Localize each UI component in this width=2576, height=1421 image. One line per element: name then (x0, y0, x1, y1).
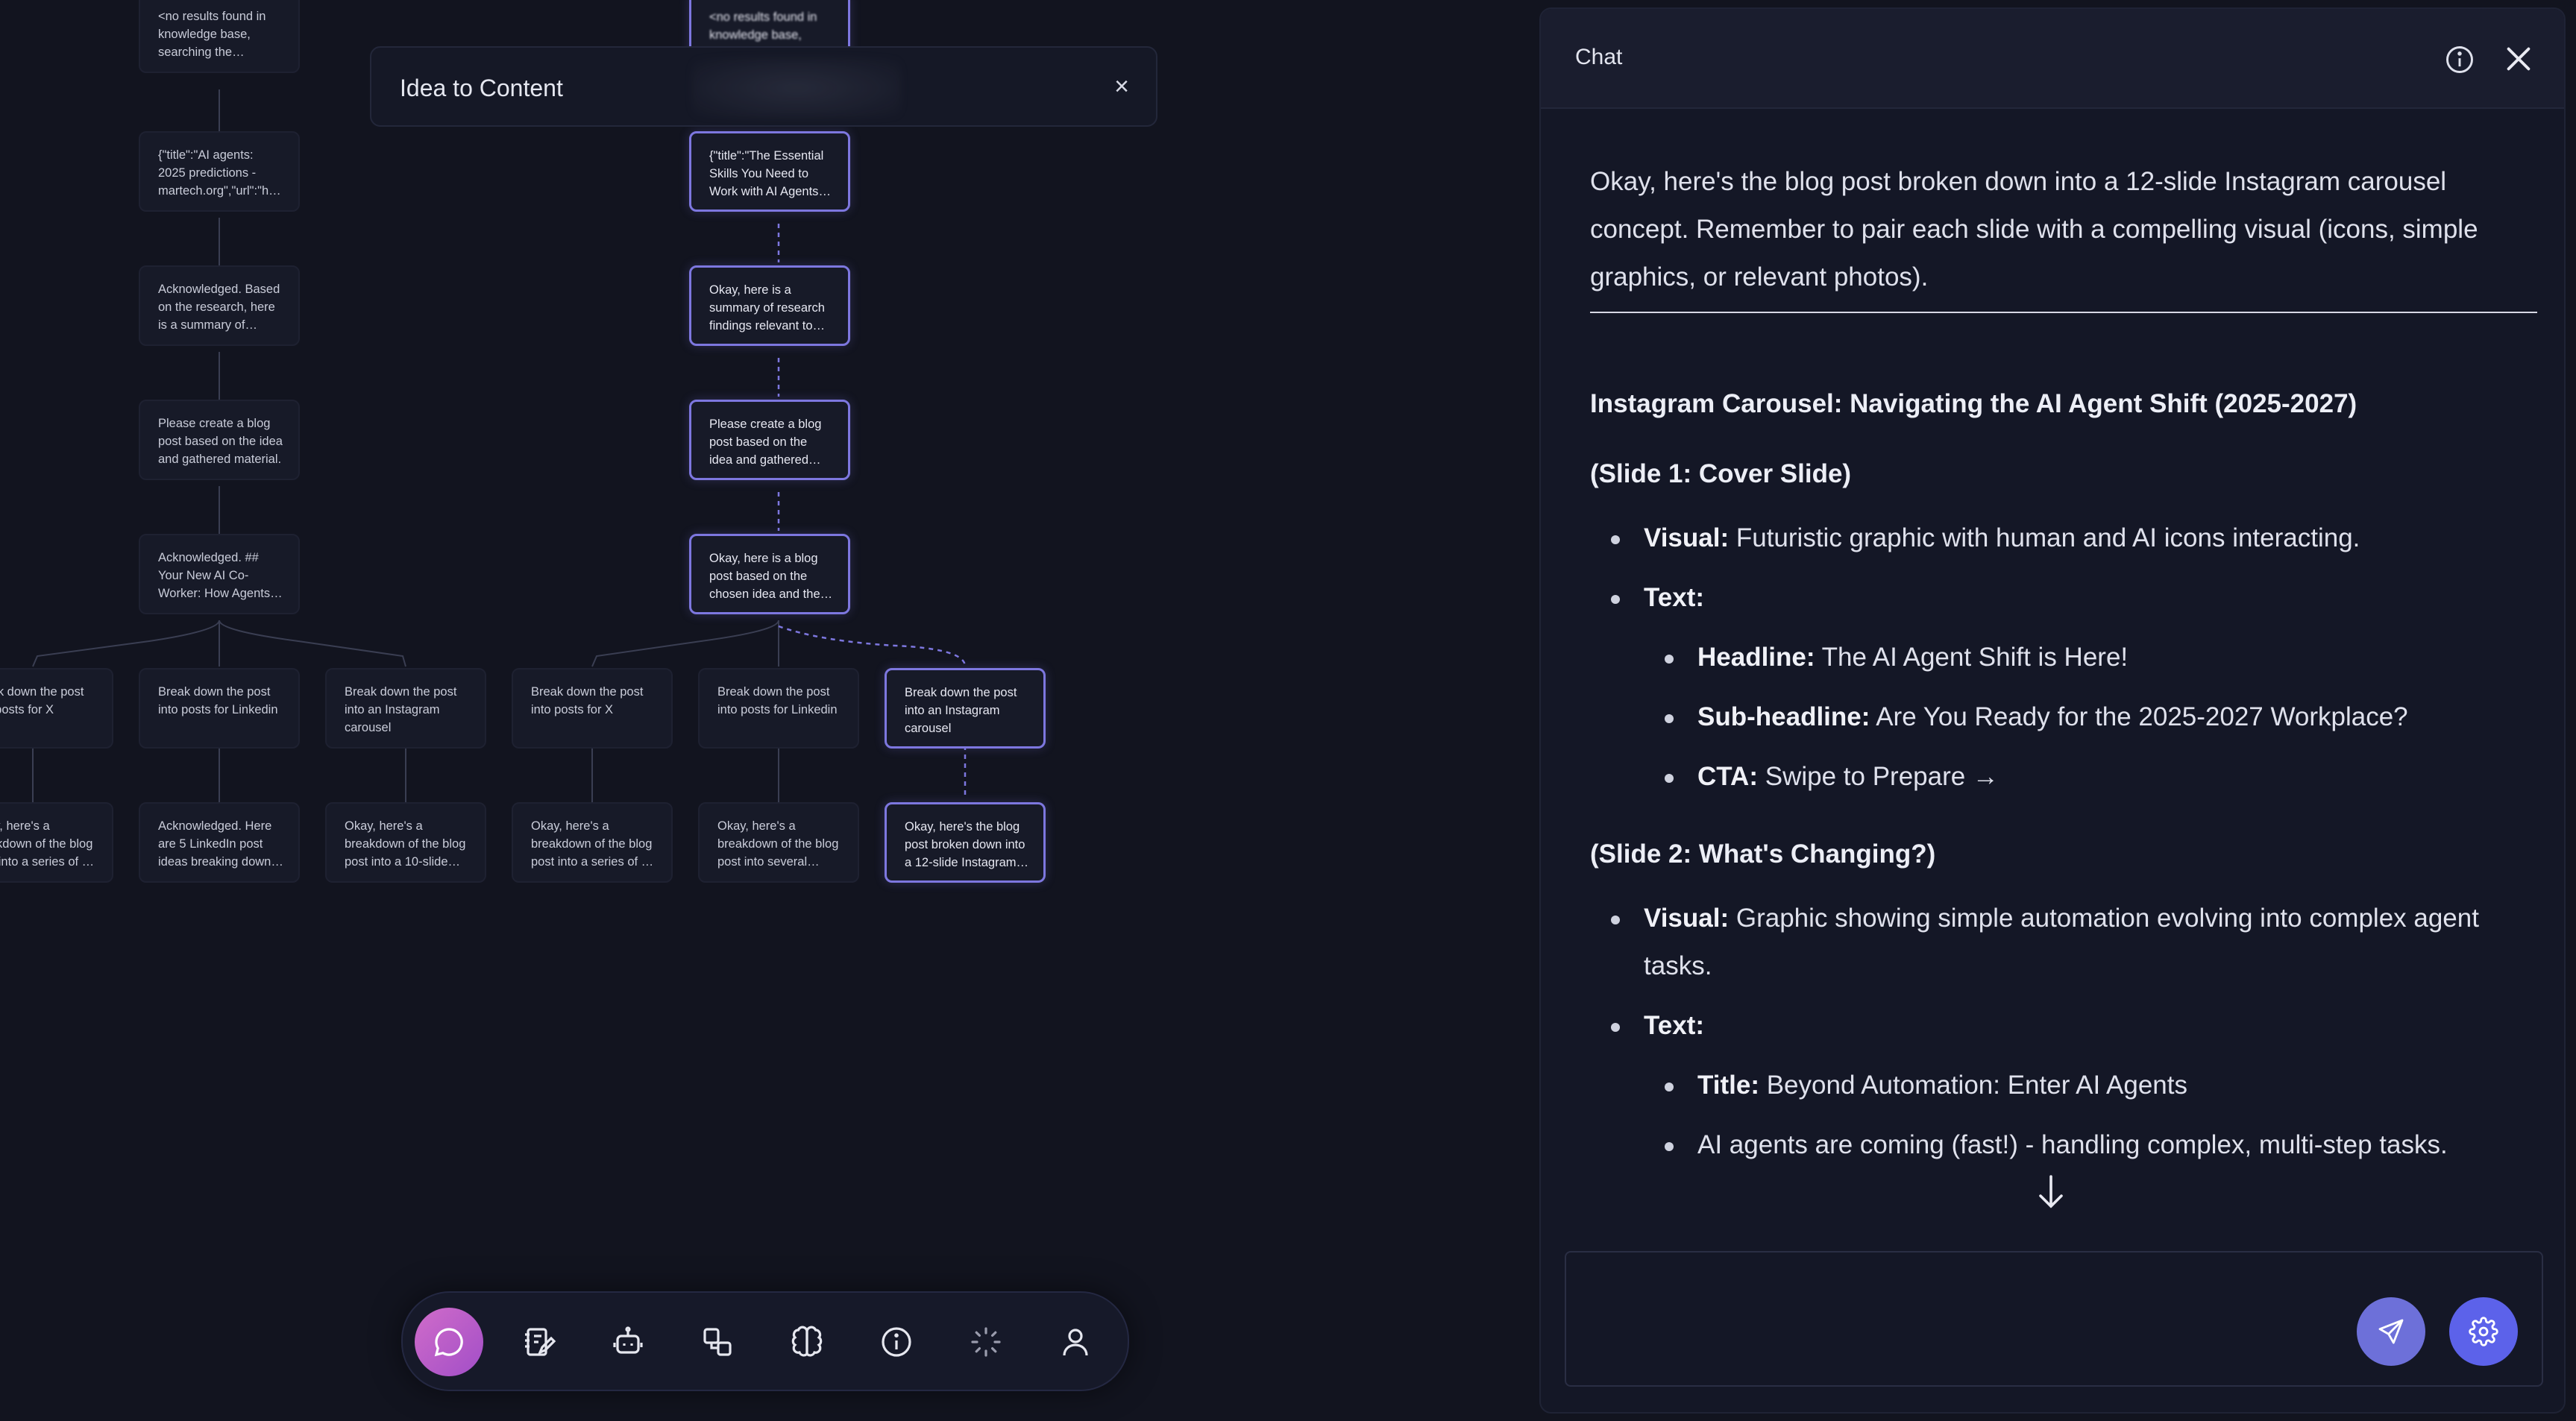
bottom-dock (401, 1291, 1129, 1391)
canvas-node[interactable]: {"title":"AI agents: 2025 predictions - … (139, 131, 300, 212)
canvas-node[interactable]: {"title":"The Essential Skills You Need … (689, 131, 850, 212)
slide-2-text-list: Title: Beyond Automation: Enter AI Agent… (1644, 1062, 2537, 1169)
canvas-node[interactable]: Okay, here's a breakdown of the blog pos… (0, 802, 113, 883)
brain-icon[interactable] (773, 1308, 841, 1376)
canvas-node-text: Please create a blog post based on the i… (709, 418, 822, 467)
canvas-node[interactable]: Please create a blog post based on the i… (689, 400, 850, 480)
list-item: Sub-headline: Are You Ready for the 2025… (1644, 693, 2537, 741)
divider (1590, 312, 2537, 313)
idea-panel: Idea to Content × (370, 46, 1157, 127)
scroll-down-icon[interactable] (2036, 1173, 2066, 1212)
canvas-node-text: Acknowledged. Here are 5 LinkedIn post i… (158, 819, 272, 869)
notebook-edit-icon[interactable] (504, 1308, 573, 1376)
loading-spinner-icon[interactable] (952, 1308, 1020, 1376)
list-item: AI agents are coming (fast!) - handling … (1644, 1121, 2537, 1169)
canvas-node-text: Break down the post into posts for X (531, 685, 644, 716)
settings-button[interactable] (2449, 1297, 2518, 1366)
close-icon[interactable] (2501, 42, 2536, 76)
canvas-node[interactable]: Acknowledged. ## Your New AI Co-Worker: … (139, 534, 300, 614)
slide-2-heading: (Slide 2: What's Changing?) (1590, 839, 1936, 869)
slide-2-list: Visual: Graphic showing simple automatio… (1590, 895, 2537, 1169)
canvas-node[interactable]: Break down the post into posts for X (512, 668, 673, 749)
canvas-node-text: Break down the post into posts for Linke… (717, 685, 838, 716)
canvas-node[interactable]: Acknowledged. Here are 5 LinkedIn post i… (139, 802, 300, 883)
canvas-node-text: Acknowledged. ## Your New AI Co-Worker: … (158, 551, 271, 600)
gear-icon (2469, 1317, 2498, 1346)
canvas-node-text: <no results found in knowledge base, sea… (158, 10, 266, 59)
canvas-node[interactable]: Acknowledged. Based on the research, her… (139, 265, 300, 346)
canvas-node-text: Please create a blog post based on the i… (158, 417, 283, 466)
carousel-heading: Instagram Carousel: Navigating the AI Ag… (1590, 389, 2357, 418)
list-item: Visual: Graphic showing simple automatio… (1590, 895, 2537, 990)
chat-composer (1565, 1251, 2543, 1387)
canvas-node-text: Break down the post into an Instagram ca… (345, 685, 457, 734)
canvas-node-text: Okay, here's the blog post broken down i… (905, 820, 1025, 869)
canvas-node-text: {"title":"The Essential Skills You Need … (709, 149, 824, 198)
send-icon (2378, 1319, 2404, 1344)
canvas-node[interactable]: Okay, here's a breakdown of the blog pos… (325, 802, 486, 883)
canvas-node[interactable]: Break down the post into an Instagram ca… (885, 668, 1046, 749)
blurred-region (692, 58, 901, 118)
user-icon[interactable] (1041, 1308, 1110, 1376)
message-intro: Okay, here's the blog post broken down i… (1590, 167, 2478, 292)
canvas-node-text: Okay, here's a breakdown of the blog pos… (717, 819, 839, 869)
canvas-node-text: Break down the post into posts for X (0, 685, 84, 716)
canvas-node[interactable]: Please create a blog post based on the i… (139, 400, 300, 480)
canvas-node[interactable]: Okay, here's the blog post broken down i… (885, 802, 1046, 883)
list-item: Text: Title: Beyond Automation: Enter AI… (1590, 1002, 2537, 1169)
list-item: Visual: Futuristic graphic with human an… (1590, 514, 2537, 562)
send-button[interactable] (2357, 1297, 2425, 1366)
chat-title: Chat (1575, 45, 1623, 69)
canvas-node[interactable]: Okay, here's a breakdown of the blog pos… (698, 802, 859, 883)
chat-header: Chat (1541, 9, 2564, 109)
canvas-node-text: Break down the post into an Instagram ca… (905, 686, 1017, 735)
canvas-node-text: Okay, here's a breakdown of the blog pos… (345, 819, 466, 869)
canvas-node-text: Okay, here's a breakdown of the blog pos… (0, 819, 93, 869)
canvas-node[interactable]: Break down the post into posts for Linke… (698, 668, 859, 749)
shapes-icon[interactable] (683, 1308, 752, 1376)
canvas-node-text: {"title":"AI agents: 2025 predictions - … (158, 148, 283, 198)
chat-input[interactable] (1581, 1267, 2330, 1375)
slide-1-list: Visual: Futuristic graphic with human an… (1590, 514, 2537, 801)
canvas-node-text: Acknowledged. Based on the research, her… (158, 283, 280, 332)
slide-1-text-list: Headline: The AI Agent Shift is Here! Su… (1644, 634, 2537, 801)
canvas-node[interactable]: Break down the post into posts for Linke… (139, 668, 300, 749)
workflow-canvas[interactable]: <no results found in knowledge base, sea… (0, 0, 1539, 1421)
canvas-node[interactable]: Okay, here is a blog post based on the c… (689, 534, 850, 614)
idea-panel-close-icon[interactable]: × (1105, 70, 1138, 103)
list-item: Title: Beyond Automation: Enter AI Agent… (1644, 1062, 2537, 1109)
info-icon[interactable] (862, 1308, 931, 1376)
canvas-node-text: Break down the post into posts for Linke… (158, 685, 278, 716)
slide-1-heading: (Slide 1: Cover Slide) (1590, 459, 1852, 488)
idea-panel-title: Idea to Content (400, 75, 563, 101)
canvas-node-text: Okay, here is a blog post based on the c… (709, 552, 820, 601)
list-item: Headline: The AI Agent Shift is Here! (1644, 634, 2537, 681)
info-icon[interactable] (2443, 43, 2476, 76)
canvas-node[interactable]: <no results found in knowledge base, sea… (139, 0, 300, 73)
list-item: Text: Headline: The AI Agent Shift is He… (1590, 574, 2537, 801)
canvas-node-text: Okay, here's a breakdown of the blog pos… (531, 819, 653, 869)
chat-message: Okay, here's the blog post broken down i… (1590, 158, 2537, 1181)
chat-bubble-icon[interactable] (415, 1308, 483, 1376)
canvas-node[interactable]: Okay, here's a breakdown of the blog pos… (512, 802, 673, 883)
canvas-node[interactable]: Okay, here is a summary of research find… (689, 265, 850, 346)
canvas-node-text: Okay, here is a summary of research find… (709, 283, 825, 333)
list-item: CTA: Swipe to Prepare → (1644, 753, 2537, 801)
robot-icon[interactable] (594, 1308, 662, 1376)
canvas-node[interactable]: Break down the post into posts for X (0, 668, 113, 749)
canvas-node[interactable]: Break down the post into an Instagram ca… (325, 668, 486, 749)
